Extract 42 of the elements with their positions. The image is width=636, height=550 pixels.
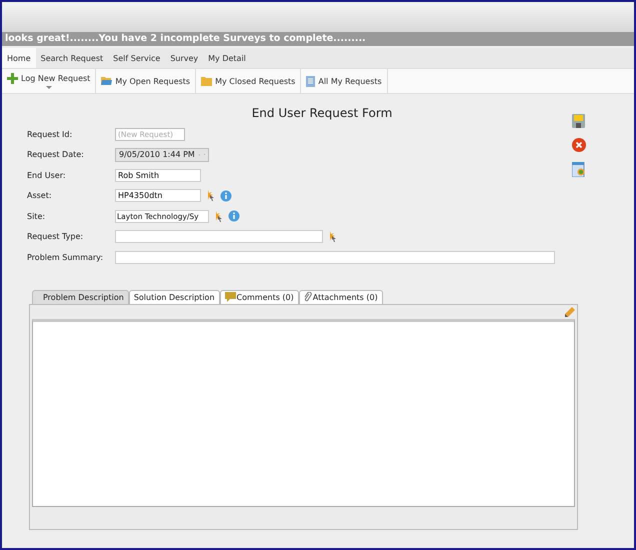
toolbar-button[interactable]: All My Requests xyxy=(301,69,388,93)
toolbar-button[interactable]: My Closed Requests xyxy=(196,69,302,93)
detail-tab[interactable]: Comments (0) xyxy=(220,290,299,304)
paperclip-icon xyxy=(304,292,312,302)
toolbar-button[interactable]: My Open Requests xyxy=(96,69,196,93)
field-label: Request Date: xyxy=(27,150,85,160)
survey-banner: looks great!........You have 2 incomplete Surveys to complete......... xyxy=(2,32,634,46)
field-label: Problem Summary: xyxy=(27,252,104,262)
detail-tab[interactable]: Solution Description xyxy=(128,290,220,304)
lookup-icon[interactable] xyxy=(327,230,338,244)
detail-tab[interactable]: Problem Description xyxy=(32,290,129,304)
field-label: Request Type: xyxy=(27,232,84,242)
nav-tab[interactable]: Self Service xyxy=(108,48,166,68)
text-field[interactable]: HP4350dtn xyxy=(115,189,201,202)
field-label: Asset: xyxy=(27,191,53,200)
nav-tab[interactable]: Survey xyxy=(165,48,204,68)
form-title: End User Request Form xyxy=(250,106,394,120)
nav-tab[interactable]: My Detail xyxy=(203,48,251,68)
text-field[interactable] xyxy=(115,250,555,264)
speech-bubble-icon xyxy=(224,292,236,302)
plus-icon xyxy=(7,73,18,84)
refresh-window-icon[interactable] xyxy=(572,162,585,177)
folder-icon xyxy=(201,76,212,86)
detail-tab[interactable]: Attachments (0) xyxy=(298,290,383,304)
document-icon xyxy=(306,76,316,86)
field-label: Request Id: xyxy=(27,130,74,139)
nav-tab[interactable]: Search Request xyxy=(36,48,108,68)
nav-tab[interactable]: Home xyxy=(2,48,36,68)
lookup-icon[interactable] xyxy=(213,210,224,223)
lookup-icon[interactable] xyxy=(205,189,216,202)
folder-icon xyxy=(101,76,112,86)
toolbar-button[interactable]: Log New Request xyxy=(2,69,96,93)
field-label: End User: xyxy=(27,170,67,180)
info-icon[interactable] xyxy=(220,190,232,202)
text-field[interactable] xyxy=(115,230,323,244)
close-icon[interactable] xyxy=(572,138,586,152)
info-icon[interactable] xyxy=(228,210,240,222)
text-field[interactable]: Rob Smith xyxy=(115,168,201,182)
save-icon[interactable] xyxy=(572,114,585,128)
date-time-field[interactable]: 9/05/2010 1:44 PM xyxy=(115,148,209,162)
field-label: Site: xyxy=(27,212,46,221)
pencil-icon[interactable] xyxy=(564,307,575,318)
